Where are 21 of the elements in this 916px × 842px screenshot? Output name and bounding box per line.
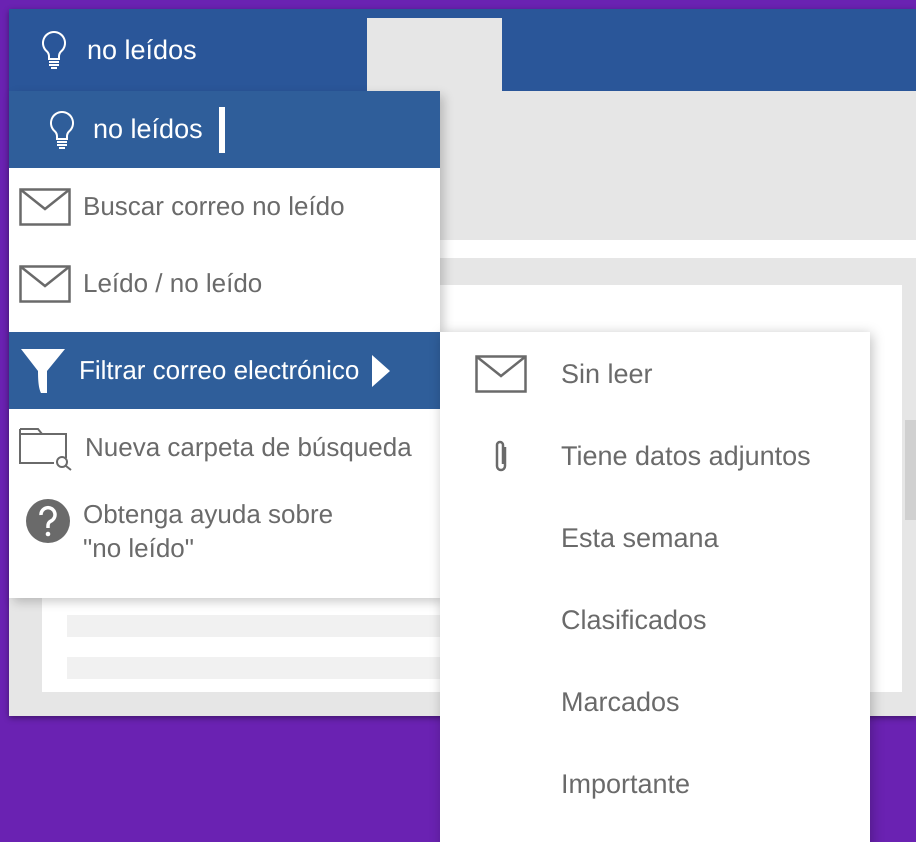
menu-item[interactable]: Obtenga ayuda sobre "no leído" bbox=[9, 486, 440, 576]
help-icon bbox=[25, 498, 71, 544]
submenu-item[interactable]: Sin leer bbox=[440, 333, 870, 415]
funnel-icon bbox=[19, 346, 67, 394]
menu-item[interactable]: Nueva carpeta de búsqueda bbox=[9, 409, 440, 486]
menu-item[interactable]: Leído / no leído bbox=[9, 245, 440, 322]
search-title: no leídos bbox=[87, 34, 197, 66]
menu-item[interactable]: Filtrar correo electrónico bbox=[9, 332, 440, 409]
lightbulb-icon bbox=[41, 30, 67, 70]
submenu-item[interactable]: Marcados bbox=[440, 661, 870, 743]
envelope-icon bbox=[19, 264, 71, 302]
submenu-item[interactable]: Importante bbox=[440, 743, 870, 825]
submenu-item[interactable]: Esta semana bbox=[440, 497, 870, 579]
menu-item[interactable]: Buscar correo no leído bbox=[9, 168, 440, 245]
caret-icon bbox=[371, 354, 392, 388]
search-field[interactable]: no leídos bbox=[93, 106, 225, 152]
envelope-icon bbox=[19, 188, 71, 226]
submenu-item[interactable]: Clasificados bbox=[440, 579, 870, 661]
submenu-item[interactable]: Tiene datos adjuntos bbox=[440, 415, 870, 497]
envelope-icon bbox=[474, 355, 526, 393]
lightbulb-icon bbox=[49, 110, 75, 150]
